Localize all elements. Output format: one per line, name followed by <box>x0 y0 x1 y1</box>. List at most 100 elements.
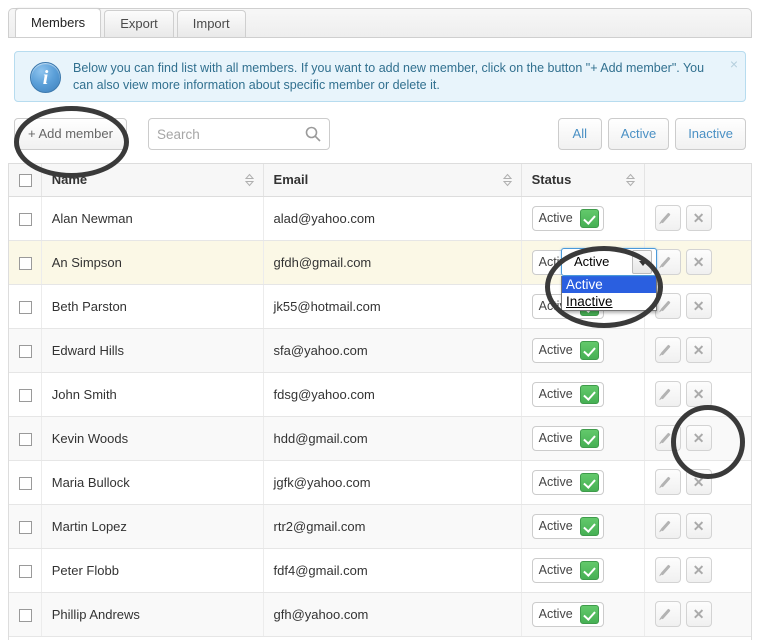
row-action-buttons: ✕ <box>654 425 741 451</box>
chevron-down-icon[interactable] <box>632 250 652 274</box>
delete-row-button[interactable]: ✕ <box>685 469 712 495</box>
check-icon <box>579 516 599 536</box>
edit-row-button[interactable] <box>654 381 681 407</box>
status-badge[interactable]: Active <box>531 381 604 407</box>
edit-row-button[interactable] <box>654 469 681 495</box>
filter-all-label: All <box>572 126 587 141</box>
status-badge-label: Active <box>538 387 573 401</box>
status-badge-label: Active <box>538 563 573 577</box>
delete-row-button[interactable]: ✕ <box>685 249 712 275</box>
pencil-icon <box>659 300 671 312</box>
row-email: jk55@hotmail.com <box>273 298 381 314</box>
info-alert-text: Below you can find list with all members… <box>73 61 705 92</box>
pencil-icon <box>659 608 671 620</box>
edit-row-button[interactable] <box>654 557 681 583</box>
row-checkbox[interactable] <box>19 432 32 446</box>
check-icon <box>579 428 599 448</box>
table-row[interactable]: Alan Newman alad@yahoo.com Active ✕ <box>9 196 751 241</box>
row-checkbox[interactable] <box>19 520 32 534</box>
edit-row-button[interactable] <box>654 205 681 231</box>
tab-import[interactable]: Import <box>176 10 246 37</box>
delete-row-button[interactable]: ✕ <box>685 293 712 319</box>
table-row[interactable]: Maria Bullock jgfk@yahoo.com Active ✕ <box>9 460 751 505</box>
delete-row-button[interactable]: ✕ <box>685 557 712 583</box>
tab-members[interactable]: Members <box>15 8 102 37</box>
status-badge[interactable]: Active <box>531 425 604 451</box>
search-input[interactable] <box>149 119 301 149</box>
delete-row-button[interactable]: ✕ <box>685 513 712 539</box>
status-select-options: Active Inactive <box>561 276 657 311</box>
delete-row-button[interactable]: ✕ <box>685 425 712 451</box>
column-header-status-label: Status <box>531 172 572 188</box>
delete-row-button[interactable]: ✕ <box>685 205 712 231</box>
delete-row-button[interactable]: ✕ <box>685 381 712 407</box>
table-row[interactable]: John Smith fdsg@yahoo.com Active ✕ <box>9 372 751 417</box>
pencil-icon <box>659 212 671 224</box>
search-box[interactable] <box>148 118 330 150</box>
tab-members-label: Members <box>31 15 86 30</box>
status-option-active[interactable]: Active <box>562 276 656 293</box>
add-member-button[interactable]: + Add member <box>14 118 127 150</box>
pencil-icon <box>659 564 671 576</box>
column-header-name-label: Name <box>51 172 88 188</box>
row-checkbox[interactable] <box>19 564 32 578</box>
status-badge[interactable]: Active <box>531 601 604 627</box>
x-icon: ✕ <box>692 342 705 358</box>
table-row[interactable]: Phillip Andrews gfh@yahoo.com Active ✕ <box>9 592 751 637</box>
row-email-cell: gfh@yahoo.com <box>263 592 522 637</box>
delete-row-button[interactable]: ✕ <box>685 337 712 363</box>
row-actions-cell: ✕ <box>644 372 751 417</box>
pencil-icon <box>659 476 671 488</box>
filter-active-button[interactable]: Active <box>607 118 670 150</box>
row-email-cell: jk55@hotmail.com <box>263 284 522 329</box>
row-checkbox[interactable] <box>19 476 32 490</box>
status-option-inactive[interactable]: Inactive <box>562 293 656 310</box>
edit-row-button[interactable] <box>654 513 681 539</box>
x-icon: ✕ <box>692 298 705 314</box>
status-badge[interactable]: Active <box>531 513 604 539</box>
row-checkbox[interactable] <box>19 344 32 358</box>
table-row[interactable]: Kevin Woods hdd@gmail.com Active ✕ <box>9 416 751 461</box>
edit-row-button[interactable] <box>654 601 681 627</box>
delete-row-button[interactable]: ✕ <box>685 601 712 627</box>
edit-row-button[interactable] <box>654 293 681 319</box>
select-all-checkbox[interactable] <box>19 174 32 188</box>
filter-all-button[interactable]: All <box>557 118 602 150</box>
row-email-cell: fdsg@yahoo.com <box>263 372 522 417</box>
row-name-cell: Maria Bullock <box>41 460 264 505</box>
status-select-trigger[interactable]: Active <box>561 248 657 276</box>
tab-import-label: Import <box>192 16 230 31</box>
row-email-cell: fdf4@gmail.com <box>263 548 522 593</box>
row-checkbox[interactable] <box>19 608 32 622</box>
check-icon <box>579 208 599 228</box>
row-checkbox[interactable] <box>19 212 32 226</box>
x-icon: ✕ <box>692 606 705 622</box>
status-badge[interactable]: Active <box>531 205 604 231</box>
filter-inactive-button[interactable]: Inactive <box>675 118 746 150</box>
column-header-email[interactable]: Email <box>263 164 522 197</box>
edit-row-button[interactable] <box>654 337 681 363</box>
edit-row-button[interactable] <box>654 425 681 451</box>
pencil-icon <box>659 388 671 400</box>
table-row[interactable]: Peter Flobb fdf4@gmail.com Active ✕ <box>9 548 751 593</box>
status-badge[interactable]: Active <box>531 469 604 495</box>
row-select-cell <box>9 460 42 505</box>
status-badge[interactable]: Active <box>531 557 604 583</box>
row-checkbox[interactable] <box>19 256 32 270</box>
table-row[interactable]: Martin Lopez rtr2@gmail.com Active ✕ <box>9 504 751 549</box>
edit-row-button[interactable] <box>654 249 681 275</box>
status-badge[interactable]: Active <box>531 337 604 363</box>
row-name: Martin Lopez <box>51 518 127 534</box>
column-header-name[interactable]: Name <box>41 164 264 197</box>
tab-export[interactable]: Export <box>104 10 174 37</box>
row-email-cell: alad@yahoo.com <box>263 196 522 241</box>
row-checkbox[interactable] <box>19 388 32 402</box>
column-header-status[interactable]: Status <box>521 164 645 197</box>
row-name-cell: Peter Flobb <box>41 548 264 593</box>
close-icon[interactable]: × <box>730 56 738 72</box>
row-checkbox[interactable] <box>19 300 32 314</box>
row-email-cell: gfdh@gmail.com <box>263 240 522 285</box>
x-icon: ✕ <box>692 386 705 402</box>
row-action-buttons: ✕ <box>654 557 741 583</box>
table-row[interactable]: Edward Hills sfa@yahoo.com Active ✕ <box>9 328 751 373</box>
